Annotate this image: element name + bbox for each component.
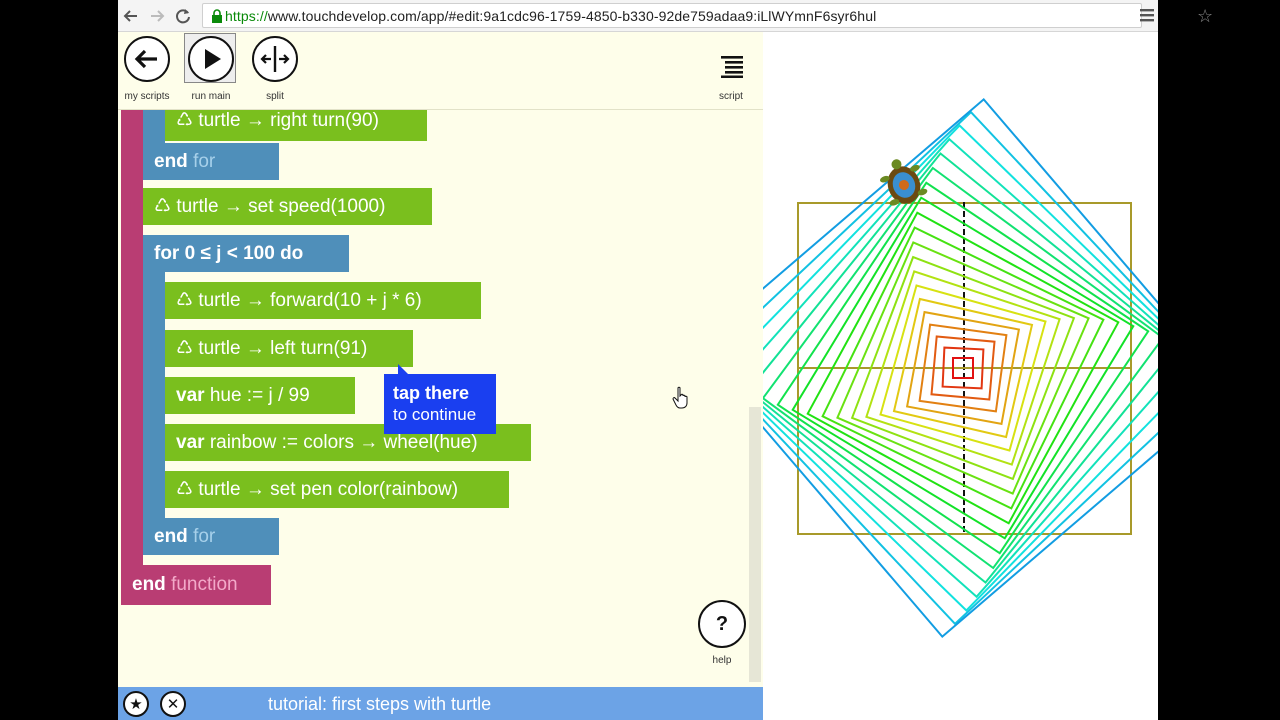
turtle-canvas[interactable]	[692, 32, 1234, 720]
address-bar[interactable]: https://www.touchdevelop.com/app/#edit:9…	[202, 3, 1213, 28]
url-protocol: https://	[225, 8, 268, 24]
code-line-var-hue[interactable]: var hue := j / 99	[165, 377, 355, 414]
code-line-set-speed[interactable]: ♺ turtle → set speed(1000)	[143, 188, 432, 225]
tutorial-bar: ★ ✕ tutorial: first steps with turtle	[118, 687, 763, 720]
code-line-forward[interactable]: ♺ turtle → forward(10 + j * 6)	[165, 282, 481, 319]
help-button[interactable]: ?	[698, 600, 746, 648]
function-keyword: function	[171, 574, 238, 595]
spiral-squares	[692, 97, 1234, 639]
close-icon: ✕	[166, 695, 180, 713]
library-icon: ♺	[176, 110, 194, 131]
code-text: turtle → set pen color(rainbow)	[198, 479, 459, 500]
code-line-for-loop[interactable]: for 0 ≤ j < 100 do	[143, 235, 349, 272]
code-line-left-turn[interactable]: ♺ turtle → left turn(91)	[165, 330, 413, 367]
for-body-stripe-1	[143, 110, 165, 143]
code-line-right-turn[interactable]: ♺ turtle → right turn(90)	[165, 110, 427, 141]
left-letterbox	[0, 0, 118, 720]
turtle-drawing	[692, 97, 1234, 639]
lock-icon	[212, 9, 222, 23]
library-icon: ♺	[176, 479, 194, 500]
browser-toolbar: https://www.touchdevelop.com/app/#edit:9…	[118, 0, 1213, 32]
url-text: https://www.touchdevelop.com/app/#edit:9…	[225, 8, 876, 24]
star-icon[interactable]: ☆	[1197, 8, 1215, 27]
function-body-stripe	[121, 110, 143, 605]
tooltip-line-1: tap there	[393, 383, 470, 403]
script-list-icon	[721, 56, 743, 78]
menu-icon[interactable]	[1140, 8, 1154, 22]
library-icon: ♺	[176, 290, 194, 311]
code-text: turtle → right turn(90)	[198, 110, 379, 131]
code-line-end-for-2[interactable]: end for	[143, 518, 279, 555]
code-text: turtle → left turn(91)	[198, 338, 368, 359]
do-keyword: do	[280, 243, 304, 264]
tooltip-line-2: to continue	[393, 405, 477, 424]
run-main-button[interactable]: run main	[183, 33, 239, 106]
split-button[interactable]: split	[247, 34, 303, 106]
star-icon: ★	[129, 695, 143, 713]
my-scripts-button[interactable]: my scripts	[119, 34, 175, 106]
end-keyword: end	[132, 574, 166, 595]
url-path: www.touchdevelop.com/app/#edit:9a1cdc96-…	[267, 8, 877, 24]
code-text: turtle → forward(10 + j * 6)	[198, 290, 422, 311]
code-line-end-function[interactable]: end function	[121, 565, 271, 605]
play-icon	[188, 36, 234, 82]
script-button[interactable]: script	[703, 34, 759, 106]
question-icon: ?	[715, 613, 729, 635]
help-label: help	[712, 655, 732, 666]
for-body-stripe-2	[143, 272, 165, 518]
code-line-set-pen-color[interactable]: ♺ turtle → set pen color(rainbow)	[165, 471, 509, 508]
library-icon: ♺	[176, 338, 194, 359]
code-line-end-for-1[interactable]: end for	[143, 143, 279, 180]
split-icon	[252, 36, 298, 82]
for-range: 0 ≤ j < 100	[184, 243, 275, 264]
tutorial-title: tutorial: first steps with turtle	[268, 694, 492, 714]
star-button[interactable]: ★	[123, 691, 149, 717]
for-keyword: for	[193, 151, 216, 172]
reload-icon[interactable]	[172, 5, 194, 27]
back-icon[interactable]	[120, 5, 142, 27]
code-text: turtle → set speed(1000)	[176, 196, 386, 217]
var-keyword: var	[176, 385, 205, 406]
for-keyword: for	[193, 526, 216, 547]
script-editor: my scripts run main split script ♺ turtl…	[118, 32, 763, 687]
editor-toolbar: my scripts run main split script	[118, 32, 763, 110]
close-tutorial-button[interactable]: ✕	[160, 691, 186, 717]
back-arrow-icon	[124, 36, 170, 82]
hand-cursor-icon	[672, 386, 688, 409]
end-keyword: end	[154, 526, 188, 547]
code-text: hue := j / 99	[209, 385, 310, 406]
code-text: rainbow := colors → wheel(hue)	[209, 432, 478, 453]
tutorial-tooltip[interactable]: tap there to continue	[384, 364, 496, 434]
forward-icon[interactable]	[146, 5, 168, 27]
var-keyword: var	[176, 432, 205, 453]
script-label: script	[719, 91, 743, 102]
library-icon: ♺	[154, 196, 172, 217]
split-label: split	[266, 91, 284, 102]
scrollbar[interactable]	[749, 407, 761, 682]
for-keyword: for	[154, 243, 180, 264]
end-keyword: end	[154, 151, 188, 172]
tooltip-pointer	[398, 364, 408, 374]
right-letterbox	[1158, 0, 1280, 720]
